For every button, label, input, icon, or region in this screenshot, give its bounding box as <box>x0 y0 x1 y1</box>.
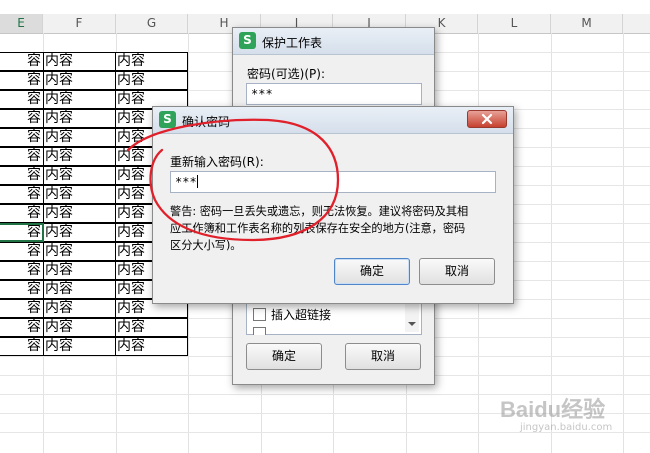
close-button[interactable] <box>467 110 507 128</box>
warning-text-line-1: 警告: 密码一旦丢失或遗忘，则无法恢复。建议将密码及其相 <box>170 205 469 218</box>
protect-dialog-title: 保护工作表 <box>262 36 323 50</box>
watermark-url: jingyan.baidu.com <box>520 422 613 433</box>
table-cell[interactable]: 容 <box>0 185 44 204</box>
confirm-cancel-button[interactable]: 取消 <box>419 258 495 285</box>
table-cell[interactable]: 内容 <box>43 299 116 318</box>
table-cell[interactable]: 内容 <box>43 242 116 261</box>
confirm-ok-button[interactable]: 确定 <box>334 258 410 285</box>
table-cell[interactable]: 容 <box>0 128 44 147</box>
confirm-dialog-titlebar[interactable]: S 确认密码 <box>153 107 513 134</box>
insert-hyperlink-checkbox[interactable] <box>253 308 266 321</box>
table-cell[interactable]: 内容 <box>43 261 116 280</box>
wps-logo-icon: S <box>239 32 256 49</box>
password-label: 密码(可选)(P): <box>247 67 326 81</box>
table-cell[interactable]: 容 <box>0 299 44 318</box>
password-input[interactable]: *** <box>246 83 422 105</box>
protect-cancel-button[interactable]: 取消 <box>345 343 421 370</box>
column-header-m[interactable]: M <box>551 14 623 33</box>
table-cell[interactable]: 内容 <box>115 52 188 71</box>
table-cell[interactable]: 内容 <box>43 147 116 166</box>
column-gridline <box>623 33 624 453</box>
warning-text-line-2: 应工作簿和工作表名称的列表保存在安全的地方(注意，密码 <box>170 222 466 235</box>
table-cell[interactable]: 内容 <box>43 318 116 337</box>
table-cell[interactable]: 内容 <box>115 318 188 337</box>
list-scrollbar[interactable] <box>405 302 419 332</box>
table-cell[interactable]: 内容 <box>43 90 116 109</box>
table-cell[interactable]: 内容 <box>43 52 116 71</box>
column-header-f[interactable]: F <box>43 14 116 33</box>
table-cell[interactable]: 内容 <box>43 337 116 356</box>
table-cell[interactable]: 容 <box>0 204 44 223</box>
column-header-e[interactable]: E <box>0 14 43 33</box>
table-row: 容内容 内容 <box>0 318 188 337</box>
insert-hyperlink-label: 插入超链接 <box>271 308 332 322</box>
confirm-dialog-title: 确认密码 <box>182 115 231 129</box>
table-cell[interactable]: 内容 <box>43 109 116 128</box>
table-cell[interactable]: 容 <box>0 90 44 109</box>
table-cell[interactable]: 内容 <box>43 166 116 185</box>
table-row: 容内容 内容 <box>0 52 188 71</box>
table-cell[interactable]: 内容 <box>43 280 116 299</box>
active-cell-highlight <box>0 223 44 242</box>
table-cell[interactable]: 内容 <box>43 223 116 242</box>
wps-logo-icon: S <box>159 111 176 128</box>
table-row: 容内容 内容 <box>0 71 188 90</box>
next-checkbox[interactable] <box>253 327 266 335</box>
confirm-password-dialog: S 确认密码 重新输入密码(R): *** 警告: 密码一旦丢失或遗忘，则无法恢… <box>152 106 514 304</box>
table-cell[interactable]: 内容 <box>115 71 188 90</box>
table-cell[interactable]: 容 <box>0 147 44 166</box>
baidu-watermark: Baidu经验 jingyan.baidu.com <box>500 392 640 442</box>
reenter-password-input[interactable]: *** <box>170 171 496 193</box>
reenter-password-value: *** <box>175 175 197 189</box>
table-cell[interactable]: 容 <box>0 261 44 280</box>
table-row: 容内容 内容 <box>0 337 188 356</box>
watermark-brand: Baidu经验 <box>500 397 606 422</box>
table-cell[interactable]: 内容 <box>43 185 116 204</box>
table-cell[interactable]: 内容 <box>43 204 116 223</box>
column-gridline <box>551 33 552 453</box>
close-icon <box>481 113 493 125</box>
table-cell[interactable]: 容 <box>0 52 44 71</box>
warning-text-line-3: 区分大小写)。 <box>170 239 242 252</box>
reenter-password-label: 重新输入密码(R): <box>170 155 264 169</box>
table-cell[interactable]: 容 <box>0 71 44 90</box>
scroll-down-icon[interactable] <box>408 322 416 326</box>
column-header-l[interactable]: L <box>478 14 551 33</box>
table-cell[interactable]: 内容 <box>115 337 188 356</box>
table-cell[interactable]: 容 <box>0 280 44 299</box>
permissions-list[interactable]: 插入超链接 <box>246 299 422 335</box>
table-cell[interactable]: 内容 <box>43 71 116 90</box>
table-cell[interactable]: 容 <box>0 166 44 185</box>
protect-dialog-titlebar[interactable]: S 保护工作表 <box>233 28 434 55</box>
text-caret <box>196 175 198 188</box>
column-header-g[interactable]: G <box>116 14 188 33</box>
table-cell[interactable]: 内容 <box>43 128 116 147</box>
table-cell[interactable]: 容 <box>0 337 44 356</box>
table-cell[interactable]: 容 <box>0 109 44 128</box>
table-cell[interactable]: 容 <box>0 318 44 337</box>
protect-ok-button[interactable]: 确定 <box>246 343 322 370</box>
table-cell[interactable]: 容 <box>0 242 44 261</box>
